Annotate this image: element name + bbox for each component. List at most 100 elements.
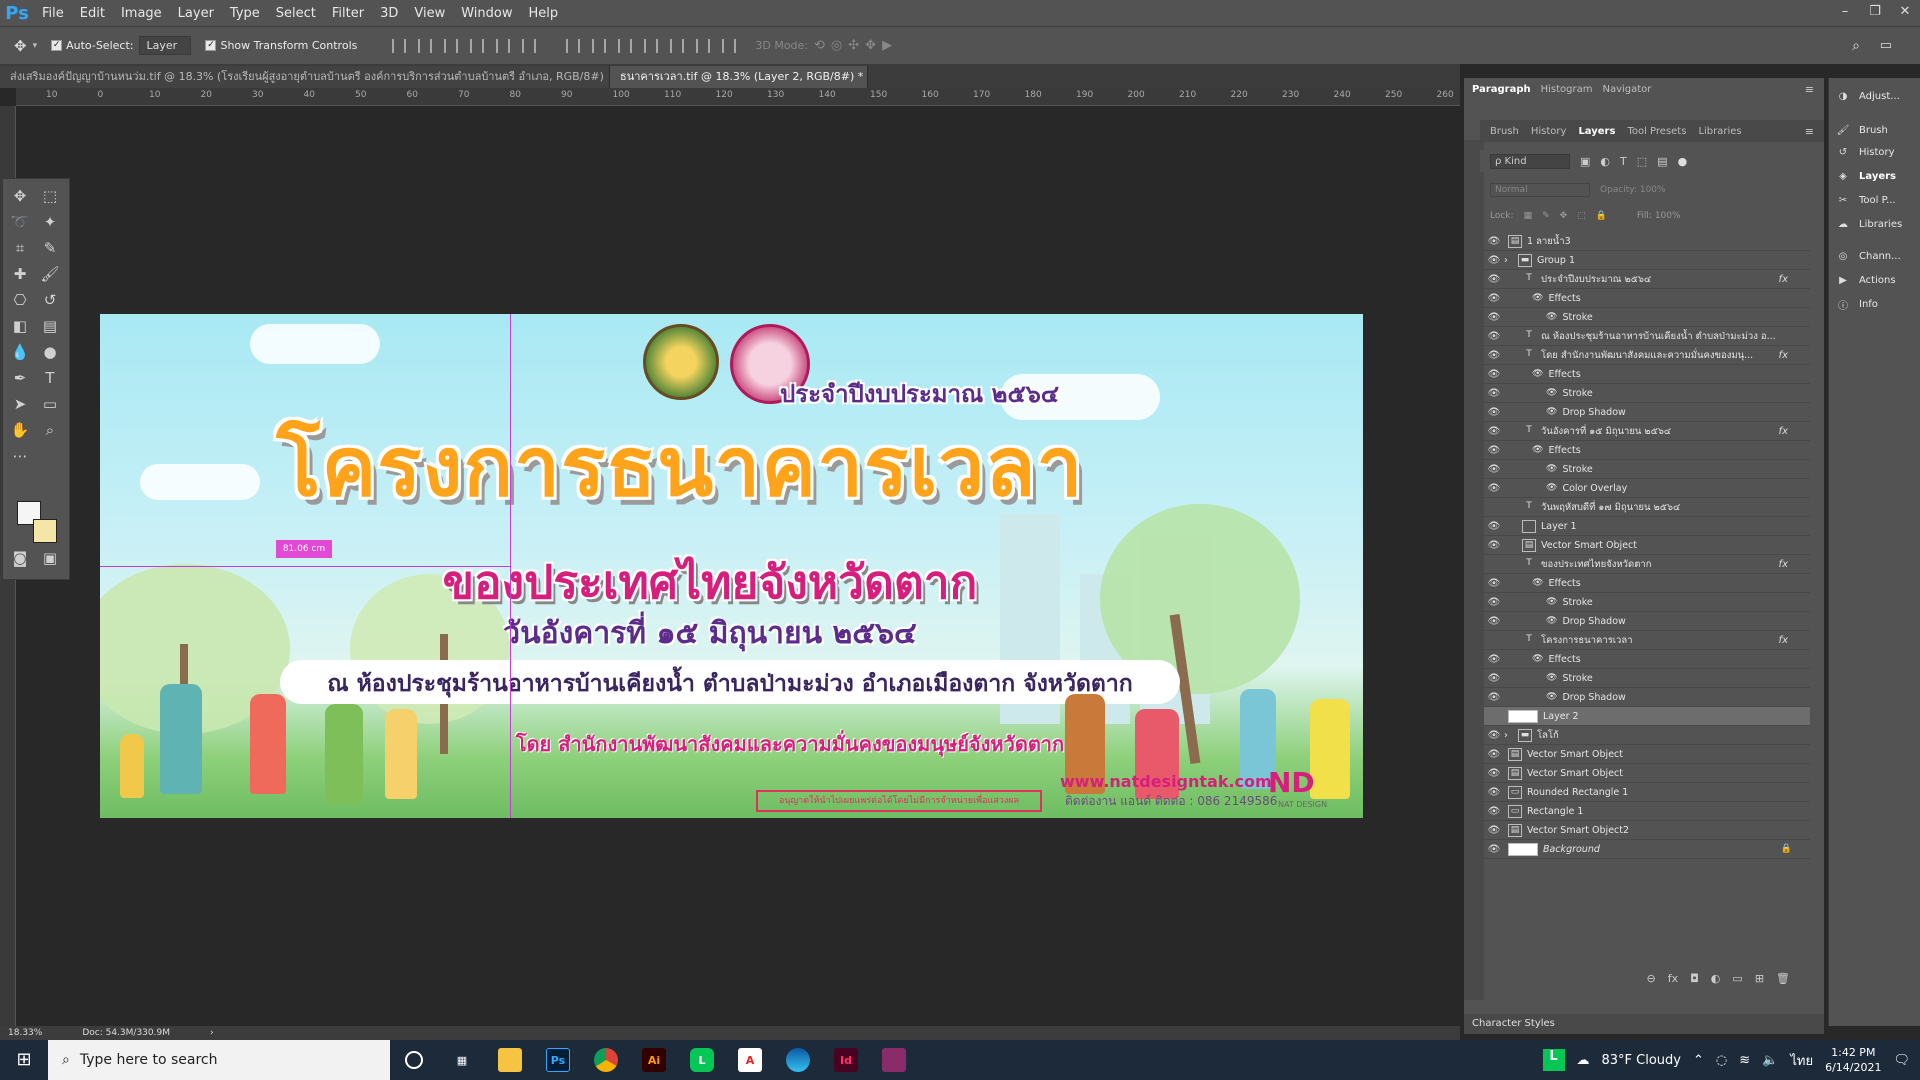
3d-slide-icon[interactable]: ✥ <box>865 38 876 53</box>
pixel-filter-icon[interactable]: ▣ <box>1580 155 1590 168</box>
chevron-right-icon[interactable]: › <box>1504 255 1514 266</box>
lock-all-icon[interactable]: 🔒 <box>1596 211 1607 221</box>
menu-help[interactable]: Help <box>521 6 567 21</box>
line-app-icon[interactable]: L <box>678 1040 726 1080</box>
distribute-bottom-icon[interactable] <box>618 38 633 53</box>
blur-tool-icon[interactable]: 💧 <box>9 341 31 363</box>
visibility-eye-icon[interactable]: 👁 <box>1484 331 1504 342</box>
layer-row[interactable]: 👁 Layer 1 <box>1484 517 1810 536</box>
background-color-swatch[interactable] <box>33 519 57 543</box>
layer-fx-icon[interactable]: fx <box>1779 635 1788 646</box>
dock-history[interactable]: ↺ History <box>1835 140 1895 164</box>
panel-menu-icon[interactable]: ≡ <box>1805 83 1814 96</box>
menu-layer[interactable]: Layer <box>170 6 222 21</box>
chrome-icon[interactable] <box>582 1040 630 1080</box>
move-tool-icon[interactable]: ✥ <box>9 185 31 207</box>
dock-actions[interactable]: ▶ Actions <box>1835 268 1895 292</box>
marquee-tool-icon[interactable]: ⬚ <box>39 185 61 207</box>
gradient-tool-icon[interactable]: ▤ <box>39 315 61 337</box>
visibility-eye-icon[interactable]: 👁 <box>1484 578 1504 589</box>
file-explorer-icon[interactable] <box>486 1040 534 1080</box>
visibility-eye-icon[interactable]: 👁 <box>1484 255 1504 266</box>
auto-select-target-select[interactable]: Layer <box>139 36 192 55</box>
photoshop-taskbar-icon[interactable]: Ps <box>534 1040 582 1080</box>
language-indicator[interactable]: ไทย <box>1790 1050 1813 1071</box>
menu-window[interactable]: Window <box>453 6 520 21</box>
effect-visibility-icon[interactable]: 👁 <box>1546 407 1557 417</box>
type-filter-icon[interactable]: T <box>1620 155 1627 168</box>
adjustment-filter-icon[interactable]: ◐ <box>1600 155 1610 168</box>
visibility-eye-icon[interactable]: 👁 <box>1484 521 1504 532</box>
type-tool-icon[interactable]: T <box>39 367 61 389</box>
show-transform-checkbox[interactable]: ✓ Show Transform Controls <box>205 39 357 52</box>
layer-fx-icon[interactable]: fx <box>1779 274 1788 285</box>
document-tab-1[interactable]: ส่งเสริมองค์ปัญญาบ้านหนว่ม.tif @ 18.3% (… <box>0 66 610 88</box>
layer-effect-row[interactable]: 👁 👁 Drop Shadow <box>1484 612 1810 631</box>
layer-row[interactable]: 👁 T วันพฤหัสบดีที่ ๑๗ มิถุนายน ๒๕๖๔ <box>1484 498 1810 517</box>
tab-history[interactable]: History <box>1531 126 1567 137</box>
align-vcenter-icon[interactable] <box>418 38 433 53</box>
tab-paragraph[interactable]: Paragraph <box>1472 84 1531 95</box>
network-icon[interactable]: ◌ <box>1716 1053 1727 1068</box>
indesign-icon[interactable]: Id <box>822 1040 870 1080</box>
eraser-tool-icon[interactable]: ◧ <box>9 315 31 337</box>
tab-layers[interactable]: Layers <box>1578 126 1615 137</box>
healing-brush-tool-icon[interactable]: ✚ <box>9 263 31 285</box>
layer-row[interactable]: 👁 › ▬ Group 1 <box>1484 251 1810 270</box>
character-styles-panel[interactable]: Character Styles <box>1464 1014 1824 1034</box>
layer-row[interactable]: 👁 Background 🔒 <box>1484 840 1810 859</box>
visibility-eye-icon[interactable]: 👁 <box>1484 635 1504 646</box>
visibility-eye-icon[interactable]: 👁 <box>1484 426 1504 437</box>
dodge-tool-icon[interactable]: ● <box>39 341 61 363</box>
visibility-eye-icon[interactable]: 👁 <box>1484 711 1504 722</box>
layer-row[interactable]: 👁 ▤ Vector Smart Object <box>1484 745 1810 764</box>
path-selection-tool-icon[interactable]: ➤ <box>9 393 31 415</box>
link-layers-icon[interactable]: ⊖ <box>1646 972 1655 985</box>
distribute-top-icon[interactable] <box>566 38 581 53</box>
3d-roll-icon[interactable]: ◎ <box>831 38 842 53</box>
layer-effect-row[interactable]: 👁 👁 Stroke <box>1484 460 1810 479</box>
clock[interactable]: 1:42 PM 6/14/2021 <box>1825 1045 1881 1075</box>
effect-visibility-icon[interactable]: 👁 <box>1546 388 1557 398</box>
visibility-eye-icon[interactable]: 👁 <box>1484 559 1504 570</box>
layer-effect-row[interactable]: 👁 👁 Drop Shadow <box>1484 403 1810 422</box>
effect-visibility-icon[interactable]: 👁 <box>1532 369 1543 379</box>
shape-filter-icon[interactable]: ⬚ <box>1637 155 1647 168</box>
clone-stamp-tool-icon[interactable]: ⎔ <box>9 289 31 311</box>
crop-tool-icon[interactable]: ⌗ <box>9 237 31 259</box>
visibility-eye-icon[interactable]: 👁 <box>1484 407 1504 418</box>
layer-effect-row[interactable]: 👁 👁 Stroke <box>1484 308 1810 327</box>
effect-visibility-icon[interactable]: 👁 <box>1546 312 1557 322</box>
tab-histogram[interactable]: Histogram <box>1541 84 1593 95</box>
layer-row[interactable]: 👁 T ของประเทศไทยจังหวัดตาก fx <box>1484 555 1810 574</box>
search-icon[interactable]: ⌕ <box>1852 38 1860 54</box>
layer-fx-icon[interactable]: fx <box>1779 426 1788 437</box>
lasso-tool-icon[interactable]: ➰ <box>9 211 31 233</box>
visibility-eye-icon[interactable]: 👁 <box>1484 388 1504 399</box>
layer-effect-row[interactable]: 👁 👁 Effects <box>1484 574 1810 593</box>
visibility-eye-icon[interactable]: 👁 <box>1484 274 1504 285</box>
fill-field[interactable]: Fill: 100% <box>1637 211 1681 221</box>
visibility-eye-icon[interactable]: 👁 <box>1484 749 1504 760</box>
dock-tool-presets[interactable]: ✂ Tool P... <box>1835 188 1896 212</box>
layer-effect-row[interactable]: 👁 👁 Effects <box>1484 650 1810 669</box>
new-layer-icon[interactable]: ⊞ <box>1755 972 1764 985</box>
hand-tool-icon[interactable]: ✋ <box>9 419 31 441</box>
volume-icon[interactable]: 🔈 <box>1762 1053 1778 1068</box>
add-layer-style-icon[interactable]: fx <box>1668 972 1678 985</box>
smart-object-filter-icon[interactable]: ▤ <box>1657 155 1667 168</box>
visibility-eye-icon[interactable]: 👁 <box>1484 787 1504 798</box>
new-group-icon[interactable]: ▭ <box>1732 972 1742 985</box>
visibility-eye-icon[interactable]: 👁 <box>1484 806 1504 817</box>
3d-scale-icon[interactable]: ▶ <box>882 38 892 53</box>
effect-visibility-icon[interactable]: 👁 <box>1532 654 1543 664</box>
lock-transparent-icon[interactable]: ▦ <box>1524 211 1533 221</box>
distribute-hcenter-icon[interactable] <box>670 38 685 53</box>
tab-libraries[interactable]: Libraries <box>1698 126 1741 137</box>
move-tool-icon[interactable]: ✥ <box>14 37 27 55</box>
layer-effect-row[interactable]: 👁 👁 Stroke <box>1484 384 1810 403</box>
zoom-tool-icon[interactable]: ⌕ <box>39 419 61 441</box>
visibility-eye-icon[interactable]: 👁 <box>1484 236 1504 247</box>
layer-row[interactable]: 👁 T โครงการธนาคารเวลา fx <box>1484 631 1810 650</box>
vertical-guide-line[interactable] <box>510 314 511 818</box>
